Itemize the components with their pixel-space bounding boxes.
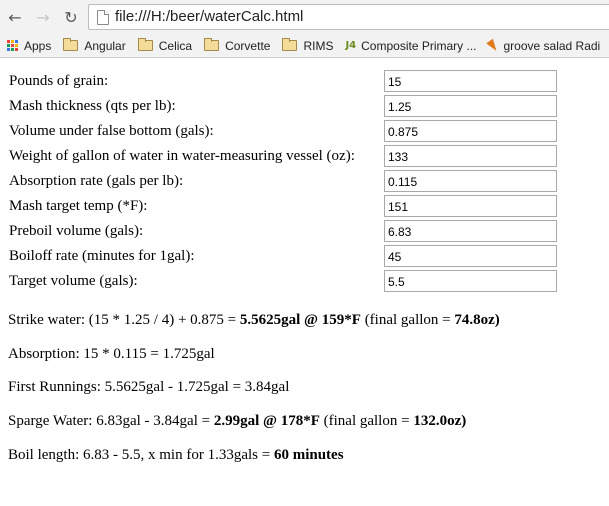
bookmark-rims[interactable]: RIMS bbox=[282, 38, 334, 53]
address-bar[interactable]: file:///H:/beer/waterCalc.html bbox=[88, 4, 609, 30]
result-value: 132.0oz) bbox=[413, 413, 467, 429]
absorption-result: Absorption: 15 * 0.115 = 1.725gal bbox=[8, 346, 215, 363]
form-row-boiloff-rate: Boiloff rate (minutes for 1gal): bbox=[9, 245, 609, 268]
field-label: Target volume (gals): bbox=[9, 273, 138, 289]
field-label: Mash thickness (qts per lb): bbox=[9, 98, 176, 114]
bookmark-angular[interactable]: Angular bbox=[63, 38, 126, 53]
page-icon bbox=[97, 10, 109, 25]
browser-toolbar: ← → ↻ file:///H:/beer/waterCalc.html bbox=[0, 0, 609, 34]
folder-icon bbox=[137, 38, 153, 51]
field-label: Boiloff rate (minutes for 1gal): bbox=[9, 248, 195, 264]
absorption-rate-input[interactable] bbox=[384, 170, 557, 192]
result-value: 60 minutes bbox=[273, 447, 344, 463]
url-text: file:///H:/beer/waterCalc.html bbox=[115, 8, 304, 25]
result-text: (final gallon = bbox=[360, 312, 455, 328]
result-text: (final gallon = bbox=[319, 413, 414, 429]
forward-arrow-icon: → bbox=[36, 7, 50, 27]
result-text: Sparge Water: 6.83gal - 3.84gal = bbox=[8, 413, 214, 429]
bookmark-label: RIMS bbox=[303, 38, 334, 53]
form-row-mash-temp: Mash target temp (*F): bbox=[9, 195, 609, 218]
result-text: Strike water: (15 * 1.25 / 4) + 0.875 = bbox=[8, 312, 240, 328]
bookmark-label: Corvette bbox=[225, 38, 271, 53]
false-bottom-volume-input[interactable] bbox=[384, 120, 557, 142]
bookmark-composite-primary[interactable]: J4 Composite Primary ... bbox=[345, 39, 476, 53]
bookmark-celica[interactable]: Celica bbox=[137, 38, 193, 53]
result-value: 5.5625gal @ 159*F bbox=[239, 312, 361, 328]
reload-icon: ↻ bbox=[64, 7, 78, 27]
form-row-false-bottom: Volume under false bottom (gals): bbox=[9, 120, 609, 143]
result-text: First Runnings: 5.5625gal - 1.725gal = 3… bbox=[8, 379, 290, 395]
form-row-gallon-weight: Weight of gallon of water in water-measu… bbox=[9, 145, 609, 168]
first-runnings-result: First Runnings: 5.5625gal - 1.725gal = 3… bbox=[8, 379, 289, 396]
j4-icon: J4 bbox=[345, 40, 357, 51]
field-label: Pounds of grain: bbox=[9, 73, 109, 89]
mash-thickness-input[interactable] bbox=[384, 95, 557, 117]
preboil-volume-input[interactable] bbox=[384, 220, 557, 242]
mash-temp-input[interactable] bbox=[384, 195, 557, 217]
field-label: Preboil volume (gals): bbox=[9, 223, 144, 239]
form-row-target-volume: Target volume (gals): bbox=[9, 270, 609, 293]
field-label: Absorption rate (gals per lb): bbox=[9, 173, 184, 189]
gallon-weight-input[interactable] bbox=[384, 145, 557, 167]
folder-icon bbox=[282, 38, 298, 51]
form-row-mash-thickness: Mash thickness (qts per lb): bbox=[9, 95, 609, 118]
boil-length-result: Boil length: 6.83 - 5.5, x min for 1.33g… bbox=[8, 447, 344, 464]
bookmark-label: Angular bbox=[84, 38, 126, 53]
bookmark-apps[interactable]: Apps bbox=[7, 39, 51, 53]
bookmarks-bar: Apps Angular Celica Corvette RIMS J4 Com… bbox=[0, 34, 609, 58]
apps-grid-icon bbox=[7, 40, 18, 51]
carrot-icon bbox=[485, 38, 500, 53]
sparge-water-result: Sparge Water: 6.83gal - 3.84gal = 2.99ga… bbox=[8, 413, 466, 430]
result-text: Boil length: 6.83 - 5.5, x min for 1.33g… bbox=[8, 447, 274, 463]
strike-water-result: Strike water: (15 * 1.25 / 4) + 0.875 = … bbox=[8, 312, 500, 329]
back-arrow-icon: ← bbox=[8, 7, 22, 27]
field-label: Weight of gallon of water in water-measu… bbox=[9, 148, 355, 164]
bookmark-groove-salad[interactable]: groove salad Radi bbox=[485, 38, 601, 53]
bookmark-label: groove salad Radi bbox=[503, 38, 601, 53]
reload-button[interactable]: ↻ bbox=[60, 6, 82, 28]
bookmark-label: Celica bbox=[158, 38, 193, 53]
back-button[interactable]: ← bbox=[4, 6, 26, 28]
target-volume-input[interactable] bbox=[384, 270, 557, 292]
result-value: 74.8oz) bbox=[454, 312, 500, 328]
bookmark-label: Composite Primary ... bbox=[361, 38, 477, 53]
bookmark-label: Apps bbox=[24, 38, 52, 53]
folder-icon bbox=[63, 38, 79, 51]
result-text: Absorption: 15 * 0.115 = 1.725gal bbox=[8, 346, 215, 362]
forward-button[interactable]: → bbox=[32, 6, 54, 28]
form-row-preboil-volume: Preboil volume (gals): bbox=[9, 220, 609, 243]
field-label: Mash target temp (*F): bbox=[9, 198, 148, 214]
form-row-pounds-grain: Pounds of grain: bbox=[9, 70, 609, 93]
boiloff-rate-input[interactable] bbox=[384, 245, 557, 267]
form-row-absorption-rate: Absorption rate (gals per lb): bbox=[9, 170, 609, 193]
result-value: 2.99gal @ 178*F bbox=[213, 413, 320, 429]
pounds-grain-input[interactable] bbox=[384, 70, 557, 92]
folder-icon bbox=[204, 38, 220, 51]
bookmark-corvette[interactable]: Corvette bbox=[204, 38, 271, 53]
field-label: Volume under false bottom (gals): bbox=[9, 123, 214, 139]
